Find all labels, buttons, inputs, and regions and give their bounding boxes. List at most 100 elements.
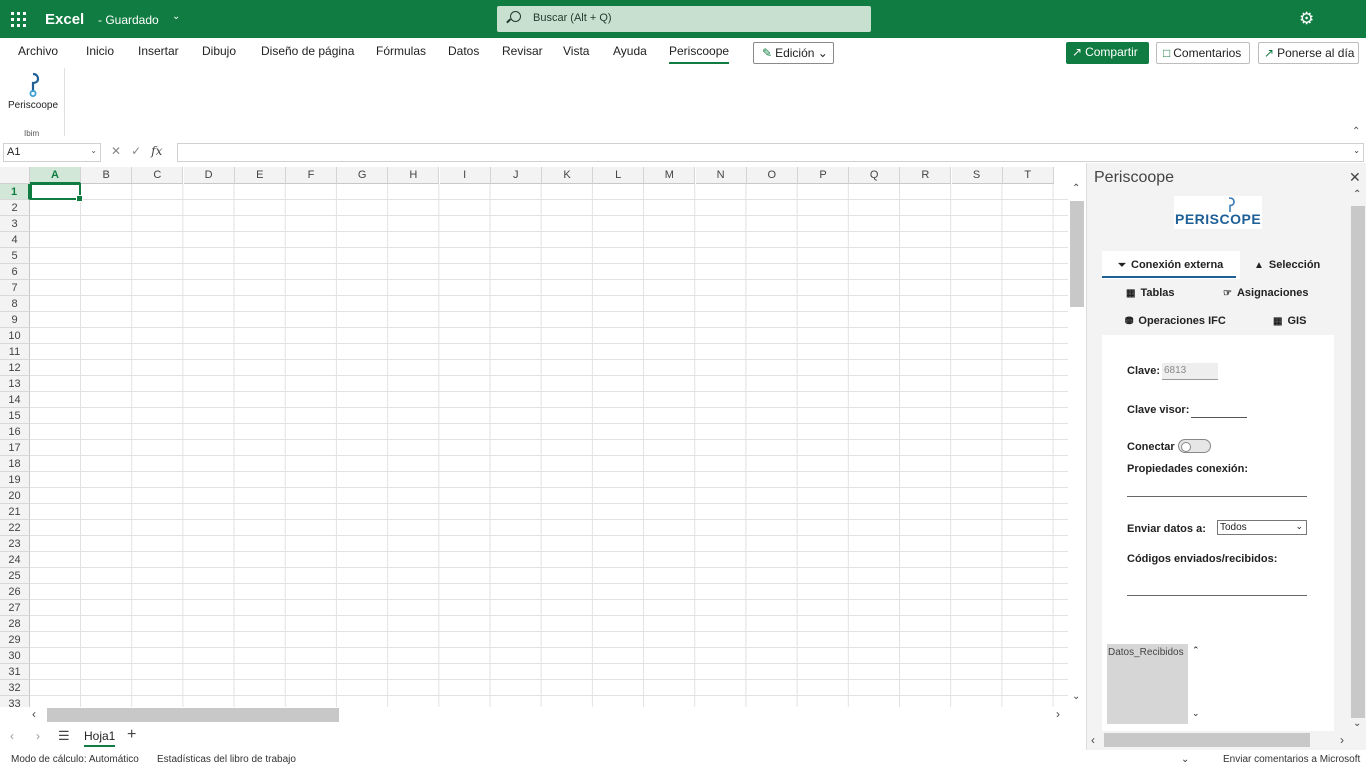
pane-vertical-scrollbar[interactable]: ⌃ ⌄ bbox=[1349, 188, 1365, 733]
tab-gis[interactable]: ▦ GIS bbox=[1273, 315, 1306, 327]
chevron-down-icon[interactable]: ⌄ bbox=[172, 11, 180, 22]
sheet-tab-hoja1[interactable]: Hoja1 bbox=[84, 729, 116, 747]
row-header[interactable]: 32 bbox=[0, 680, 30, 696]
chevron-down-icon[interactable]: ⌄ bbox=[90, 146, 97, 155]
row-header[interactable]: 31 bbox=[0, 664, 30, 680]
tab-datos[interactable]: Datos bbox=[448, 44, 479, 58]
row-header[interactable]: 1 bbox=[0, 184, 30, 200]
row-header[interactable]: 27 bbox=[0, 600, 30, 616]
scroll-up-icon[interactable]: ⌃ bbox=[1192, 645, 1200, 656]
scroll-thumb[interactable] bbox=[47, 708, 339, 722]
row-header[interactable]: 11 bbox=[0, 344, 30, 360]
row-header[interactable]: 30 bbox=[0, 648, 30, 664]
row-header[interactable]: 9 bbox=[0, 312, 30, 328]
row-header[interactable]: 12 bbox=[0, 360, 30, 376]
row-header[interactable]: 28 bbox=[0, 616, 30, 632]
tab-periscoope[interactable]: Periscoope bbox=[669, 44, 730, 64]
pane-horizontal-scrollbar[interactable]: ‹ › bbox=[1090, 731, 1348, 747]
check-icon[interactable]: ✓ bbox=[131, 144, 141, 158]
row-header[interactable]: 19 bbox=[0, 472, 30, 488]
scroll-up-icon[interactable]: ⌃ bbox=[1072, 183, 1080, 194]
expand-formula-icon[interactable]: ⌄ bbox=[1353, 146, 1360, 155]
row-header[interactable]: 3 bbox=[0, 216, 30, 232]
column-header[interactable]: K bbox=[542, 167, 593, 184]
comments-button[interactable]: □ Comentarios bbox=[1156, 42, 1250, 64]
enviar-datos-select[interactable]: Todos ⌄ bbox=[1217, 520, 1307, 535]
column-header[interactable]: T bbox=[1002, 167, 1054, 184]
column-header[interactable]: I bbox=[439, 167, 491, 184]
scroll-thumb[interactable] bbox=[1070, 201, 1084, 307]
share-button[interactable]: ↗ Compartir bbox=[1066, 42, 1149, 64]
clave-visor-field[interactable] bbox=[1191, 401, 1247, 418]
row-header[interactable]: 17 bbox=[0, 440, 30, 456]
search-input[interactable]: Buscar (Alt + Q) bbox=[497, 6, 871, 32]
row-header[interactable]: 16 bbox=[0, 424, 30, 440]
cell-area[interactable] bbox=[30, 184, 1068, 707]
row-header[interactable]: 33 bbox=[0, 696, 30, 707]
column-header[interactable]: G bbox=[337, 167, 389, 184]
select-all-corner[interactable] bbox=[0, 167, 30, 184]
tab-inicio[interactable]: Inicio bbox=[86, 44, 114, 58]
catch-up-button[interactable]: ↗ Ponerse al día bbox=[1258, 42, 1359, 64]
row-header[interactable]: 22 bbox=[0, 520, 30, 536]
column-header[interactable]: E bbox=[234, 167, 286, 184]
scroll-right-icon[interactable]: › bbox=[1340, 733, 1344, 747]
row-header[interactable]: 26 bbox=[0, 584, 30, 600]
scroll-thumb[interactable] bbox=[1104, 733, 1310, 747]
tab-formulas[interactable]: Fórmulas bbox=[376, 44, 426, 58]
scroll-left-icon[interactable]: ‹ bbox=[1091, 733, 1095, 747]
row-header[interactable]: 21 bbox=[0, 504, 30, 520]
calc-mode[interactable]: Modo de cálculo: Automático bbox=[11, 754, 139, 765]
active-cell-a1[interactable] bbox=[30, 183, 83, 202]
row-header[interactable]: 24 bbox=[0, 552, 30, 568]
close-icon[interactable]: ✕ bbox=[1349, 169, 1361, 186]
row-header[interactable]: 15 bbox=[0, 408, 30, 424]
grid-vertical-scrollbar[interactable]: ⌃ ⌄ bbox=[1068, 183, 1086, 707]
tab-dibujo[interactable]: Dibujo bbox=[202, 44, 236, 58]
column-header[interactable]: J bbox=[490, 167, 542, 184]
conectar-toggle[interactable] bbox=[1178, 439, 1211, 453]
tab-conexion-externa[interactable]: ⏷ Conexión externa bbox=[1101, 259, 1237, 278]
row-header[interactable]: 13 bbox=[0, 376, 30, 392]
tab-insertar[interactable]: Insertar bbox=[138, 44, 179, 58]
column-header[interactable]: O bbox=[746, 167, 798, 184]
row-header[interactable]: 20 bbox=[0, 488, 30, 504]
column-header[interactable]: R bbox=[900, 167, 952, 184]
listbox-item[interactable]: Datos_Recibidos bbox=[1108, 647, 1184, 658]
app-launcher-icon[interactable] bbox=[11, 12, 26, 27]
periscoope-ribbon-button[interactable]: Periscoope bbox=[8, 100, 58, 111]
tab-seleccion[interactable]: ▲ Selección bbox=[1254, 259, 1320, 271]
scroll-down-icon[interactable]: ⌄ bbox=[1072, 691, 1080, 702]
add-sheet-icon[interactable]: + bbox=[127, 726, 136, 744]
column-header[interactable]: L bbox=[593, 167, 645, 184]
scroll-left-icon[interactable]: ‹ bbox=[32, 707, 36, 721]
column-header[interactable]: M bbox=[644, 167, 696, 184]
column-header[interactable]: Q bbox=[849, 167, 901, 184]
row-header[interactable]: 7 bbox=[0, 280, 30, 296]
column-header[interactable]: B bbox=[81, 167, 133, 184]
formula-input[interactable]: ⌄ bbox=[177, 143, 1364, 162]
column-header[interactable]: C bbox=[132, 167, 184, 184]
row-header[interactable]: 29 bbox=[0, 632, 30, 648]
collapse-ribbon-icon[interactable]: ⌃ bbox=[1352, 126, 1360, 137]
row-header[interactable]: 14 bbox=[0, 392, 30, 408]
column-header[interactable]: S bbox=[951, 167, 1003, 184]
row-header[interactable]: 25 bbox=[0, 568, 30, 584]
row-header[interactable]: 4 bbox=[0, 232, 30, 248]
gear-icon[interactable]: ⚙ bbox=[1299, 10, 1314, 27]
periscoope-logo-icon[interactable] bbox=[24, 72, 42, 98]
column-header[interactable]: P bbox=[798, 167, 849, 184]
tab-asignaciones[interactable]: ☞ Asignaciones bbox=[1223, 287, 1309, 299]
sheet-list-icon[interactable]: ☰ bbox=[58, 728, 70, 744]
send-feedback-link[interactable]: Enviar comentarios a Microsoft bbox=[1223, 754, 1360, 765]
tab-tablas[interactable]: ▦ Tablas bbox=[1126, 287, 1174, 299]
edit-mode-button[interactable]: ✎ Edición ⌄ bbox=[753, 42, 834, 64]
scroll-right-icon[interactable]: › bbox=[1056, 707, 1060, 721]
scroll-up-icon[interactable]: ⌃ bbox=[1353, 189, 1361, 200]
chevron-down-icon[interactable]: ⌄ bbox=[1181, 754, 1189, 765]
tab-archivo[interactable]: Archivo bbox=[18, 44, 58, 58]
app-name[interactable]: Excel bbox=[45, 11, 84, 28]
document-status[interactable]: - Guardado bbox=[98, 13, 159, 27]
row-header[interactable]: 2 bbox=[0, 200, 30, 216]
name-box[interactable]: A1 ⌄ bbox=[3, 143, 101, 162]
